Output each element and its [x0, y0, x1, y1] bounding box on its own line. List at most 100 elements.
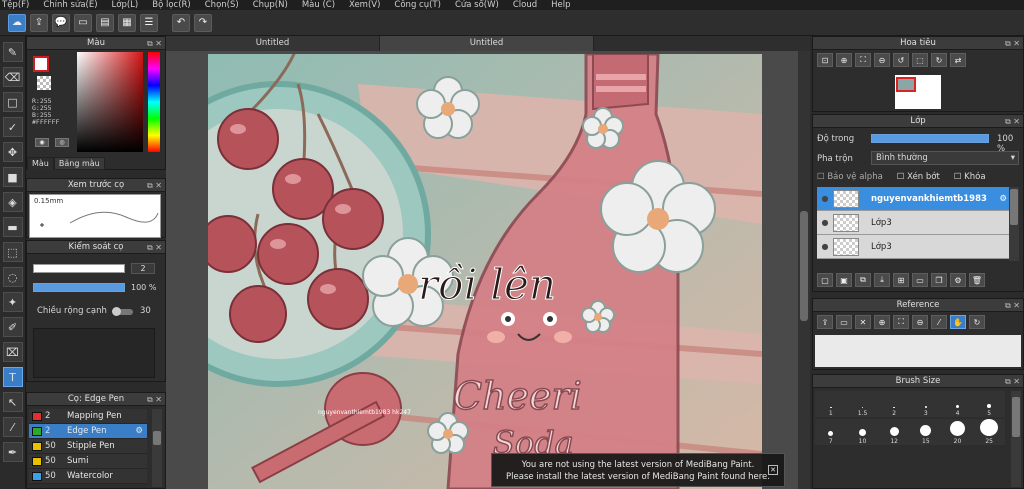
remove-color-icon[interactable]: ◎	[55, 138, 69, 147]
brush-item[interactable]: 50 Watercolor	[29, 469, 147, 484]
panel-controls-icon[interactable]: ⧉ ✕	[147, 393, 162, 406]
menu-item-0[interactable]: Tệp(F)	[2, 0, 29, 10]
foreground-color-swatch[interactable]	[33, 56, 49, 72]
brush-size-scrollbar[interactable]	[1011, 391, 1021, 487]
panel-controls-icon[interactable]: ⧉ ✕	[147, 241, 162, 254]
brush-size-slider[interactable]	[33, 264, 125, 273]
open-folder-icon[interactable]: ▭	[836, 315, 852, 329]
menu-item-11[interactable]: Help	[551, 0, 570, 10]
menu-item-1[interactable]: Chỉnh sửa(E)	[43, 0, 97, 10]
add-layer-menu-icon[interactable]: ⊞	[893, 273, 909, 287]
menu-item-9[interactable]: Cửa sổ(W)	[455, 0, 499, 10]
list-icon[interactable]: ☰	[140, 13, 158, 32]
canvas-vertical-scrollbar[interactable]	[798, 51, 810, 489]
move-icon[interactable]: ✥	[2, 142, 23, 162]
protect-alpha-checkbox[interactable]: ☐ Bảo vệ alpha	[817, 172, 883, 182]
navigator-thumbnail[interactable]	[895, 75, 941, 109]
gradient-icon[interactable]: ▬	[2, 217, 23, 237]
panel-controls-icon[interactable]: ⧉ ✕	[1005, 375, 1020, 388]
fit-window-icon[interactable]: ⬚	[912, 53, 928, 67]
rectangle-icon[interactable]: □	[2, 92, 23, 112]
hue-slider[interactable]	[148, 52, 160, 152]
fill-rect-icon[interactable]: ■	[2, 167, 23, 187]
eye-icon[interactable]: ●	[817, 194, 833, 203]
layer-row[interactable]: ● Lớp3	[817, 235, 1009, 259]
add-color-icon[interactable]: ◉	[35, 138, 49, 147]
eye-icon[interactable]: ●	[817, 218, 833, 227]
brush-size-cell[interactable]: 12	[878, 419, 910, 445]
zoom-actual-icon[interactable]: ⛶	[855, 53, 871, 67]
panel-controls-icon[interactable]: ⧉ ✕	[1005, 115, 1020, 128]
page-icon[interactable]: ▤	[96, 13, 114, 32]
rotate-right-icon[interactable]: ↻	[931, 53, 947, 67]
new-raster-layer-icon[interactable]: ▣	[836, 273, 852, 287]
cloud-icon[interactable]: ☁	[8, 13, 26, 32]
zoom-fit-icon[interactable]: ⊡	[817, 53, 833, 67]
panel-controls-icon[interactable]: ⧉ ✕	[1005, 37, 1020, 50]
blend-mode-select[interactable]: Bình thường ▾	[871, 151, 1019, 165]
menu-item-3[interactable]: Bộ lọc(R)	[152, 0, 191, 10]
layer-settings-icon[interactable]: ⚙	[950, 273, 966, 287]
drawing-canvas[interactable]: nguyenvanthiemtb1983 hk247 Cheeri Soda r…	[208, 54, 762, 489]
eyedropper-icon[interactable]: ⁄	[2, 417, 23, 437]
zoom-in-icon[interactable]: ⊕	[836, 53, 852, 67]
brush-size-cell[interactable]: 20	[941, 419, 974, 445]
tab-document-1[interactable]: Untitled	[166, 36, 380, 51]
lock-checkbox[interactable]: ☐ Khóa	[954, 172, 986, 182]
menu-item-8[interactable]: Công cụ(T)	[394, 0, 441, 10]
brush-item[interactable]: 2 Edge Pen ⚙	[29, 424, 147, 439]
eyedropper-icon[interactable]: ⁄	[931, 315, 947, 329]
brush-size-cell[interactable]: 25	[973, 419, 1005, 445]
tab-document-2[interactable]: Untitled	[380, 36, 594, 51]
saturation-value-picker[interactable]	[77, 52, 143, 152]
brush-list-scrollbar[interactable]	[152, 409, 162, 487]
hand-icon[interactable]: ✋	[950, 315, 966, 329]
redo-icon[interactable]: ↷	[194, 13, 212, 32]
layer-scrollbar[interactable]	[1009, 187, 1019, 261]
close-icon[interactable]: ✕	[768, 465, 778, 475]
comment-icon[interactable]: 💬	[52, 13, 70, 32]
gear-icon[interactable]: ⚙	[135, 426, 143, 436]
rotate-left-icon[interactable]: ↺	[893, 53, 909, 67]
flip-icon[interactable]: ⇄	[950, 53, 966, 67]
eraser-icon[interactable]: ⌫	[2, 67, 23, 87]
brush-size-cell[interactable]: 4	[941, 391, 974, 417]
undo-icon[interactable]: ↶	[172, 13, 190, 32]
brush-size-cell[interactable]: 1.5	[846, 391, 879, 417]
tab-color[interactable]: Màu	[27, 157, 54, 170]
layer-opacity-slider[interactable]	[871, 134, 989, 143]
operation-icon[interactable]: ↖	[2, 392, 23, 412]
panel-controls-icon[interactable]: ⧉ ✕	[147, 37, 162, 50]
menu-item-2[interactable]: Lớp(L)	[112, 0, 139, 10]
brush-size-cell[interactable]: 1	[815, 391, 847, 417]
reference-image-area[interactable]	[815, 335, 1021, 367]
menu-item-4[interactable]: Chọn(S)	[205, 0, 239, 10]
layer-row[interactable]: ● nguyenvankhiemtb1983 ⚙	[817, 187, 1009, 211]
brush-size-cell[interactable]: 15	[909, 419, 942, 445]
pen-select-icon[interactable]: ✐	[2, 317, 23, 337]
eye-icon[interactable]: ●	[817, 242, 833, 251]
gear-icon[interactable]: ⚙	[999, 194, 1007, 204]
brush-item[interactable]: 50 Stipple Pen	[29, 439, 147, 454]
view-rect[interactable]	[896, 77, 916, 92]
duplicate-layer-icon[interactable]: ⧉	[855, 273, 871, 287]
background-color-swatch[interactable]	[37, 76, 51, 90]
zoom-in-icon[interactable]: ⊕	[874, 315, 890, 329]
merge-down-icon[interactable]: ⤓	[874, 273, 890, 287]
brush-item[interactable]: 50 Sumi	[29, 454, 147, 469]
upload-icon[interactable]: ⇪	[817, 315, 833, 329]
text-icon[interactable]: T	[2, 367, 23, 387]
menu-item-5[interactable]: Chụp(N)	[253, 0, 288, 10]
brush-size-cell[interactable]: 2	[878, 391, 910, 417]
brush-size-value[interactable]: 2	[131, 263, 155, 274]
edge-width-toggle[interactable]	[112, 307, 133, 316]
zoom-out-icon[interactable]: ⊖	[912, 315, 928, 329]
bucket-icon[interactable]: ◈	[2, 192, 23, 212]
rotate-icon[interactable]: ↻	[969, 315, 985, 329]
menu-item-10[interactable]: Cloud	[513, 0, 537, 10]
chat-icon[interactable]: ▭	[74, 13, 92, 32]
select-rect-icon[interactable]: ⬚	[2, 242, 23, 262]
brush-size-cell[interactable]: 3	[909, 391, 942, 417]
zoom-actual-icon[interactable]: ⛶	[893, 315, 909, 329]
clipping-checkbox[interactable]: ☐ Xén bớt	[897, 172, 940, 182]
